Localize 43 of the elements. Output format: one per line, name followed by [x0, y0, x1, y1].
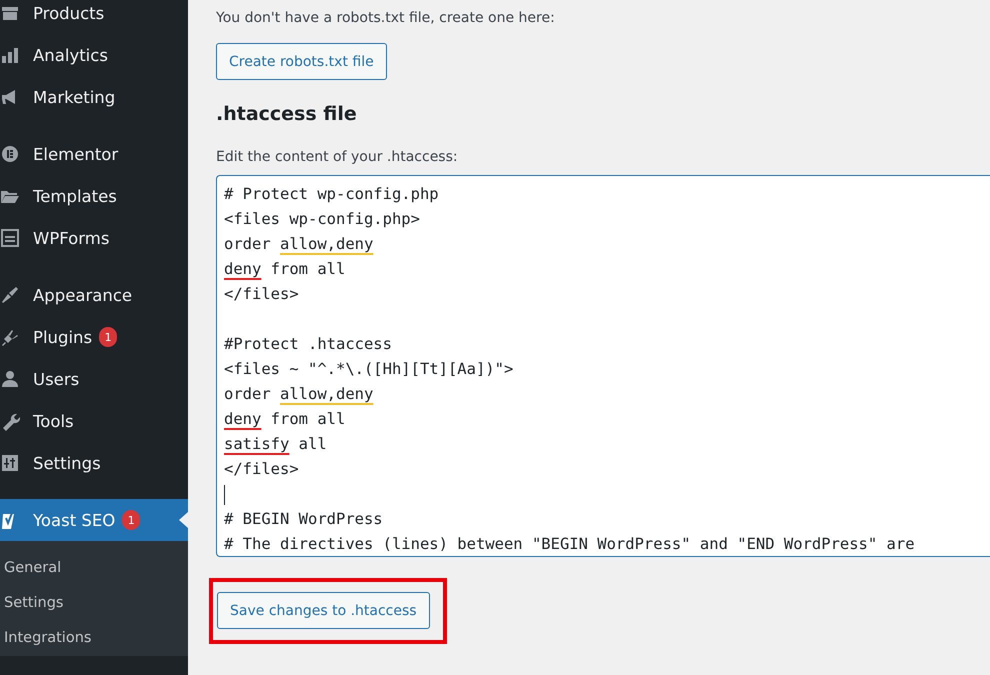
menu-icon — [0, 285, 20, 305]
code-line: order allow,deny — [224, 234, 374, 255]
menu-item[interactable]: Templates — [0, 175, 188, 217]
code-line: # Protect wp-config.php — [224, 184, 439, 205]
count-badge: 1 — [99, 327, 118, 347]
menu-icon — [0, 45, 20, 65]
submenu-item[interactable]: Settings — [0, 586, 64, 621]
menu-item[interactable]: Appearance — [0, 274, 188, 316]
submenu-item[interactable]: General — [0, 551, 62, 586]
htaccess-editor[interactable] — [216, 175, 990, 557]
code-line: # The directives (lines) between "BEGIN WordPress" and "END WordPress" are — [224, 534, 915, 555]
menu-item[interactable]: WPForms — [0, 217, 188, 259]
menu-item[interactable]: Marketing — [0, 76, 188, 118]
code-line: </files> — [224, 459, 299, 480]
menu-icon — [0, 369, 20, 389]
menu-item[interactable]: Yoast SEO 1 — [0, 499, 188, 541]
code-line: <files ~ "^.*\.([Hh][Tt][Aa])"> — [224, 359, 514, 380]
code-line: </files> — [224, 284, 299, 305]
section-heading: .htaccess file — [216, 103, 358, 125]
code-line: order allow,deny — [224, 384, 374, 405]
menu-item[interactable]: Products — [0, 0, 188, 34]
pointer-icon — [179, 512, 188, 528]
create-robots-button[interactable]: Create robots.txt file — [216, 43, 387, 80]
robots-hint: You don't have a robots.txt file, create one here: — [216, 10, 555, 26]
submenu-item[interactable]: Integrations — [0, 621, 92, 656]
code-line: <files wp-config.php> — [224, 209, 420, 230]
menu-item[interactable]: Analytics — [0, 34, 188, 76]
menu-icon — [0, 327, 20, 347]
menu-item[interactable]: Tools — [0, 400, 188, 442]
menu-icon — [0, 228, 20, 248]
code-line: deny from all — [224, 409, 346, 430]
code-line: # BEGIN WordPress — [224, 509, 383, 530]
save-htaccess-button[interactable]: Save changes to .htaccess — [217, 592, 430, 629]
menu-item[interactable]: Plugins 1 — [0, 316, 188, 358]
menu-item[interactable]: Elementor — [0, 133, 188, 175]
menu-item[interactable]: Users — [0, 358, 188, 400]
count-badge: 1 — [122, 510, 140, 530]
text-cursor — [224, 484, 225, 504]
code-line: #Protect .htaccess — [224, 334, 392, 355]
code-line: deny from all — [224, 259, 346, 280]
menu-item[interactable]: Settings — [0, 442, 188, 484]
code-line: satisfy all — [224, 434, 327, 455]
field-label: Edit the content of your .htaccess: — [216, 149, 458, 165]
